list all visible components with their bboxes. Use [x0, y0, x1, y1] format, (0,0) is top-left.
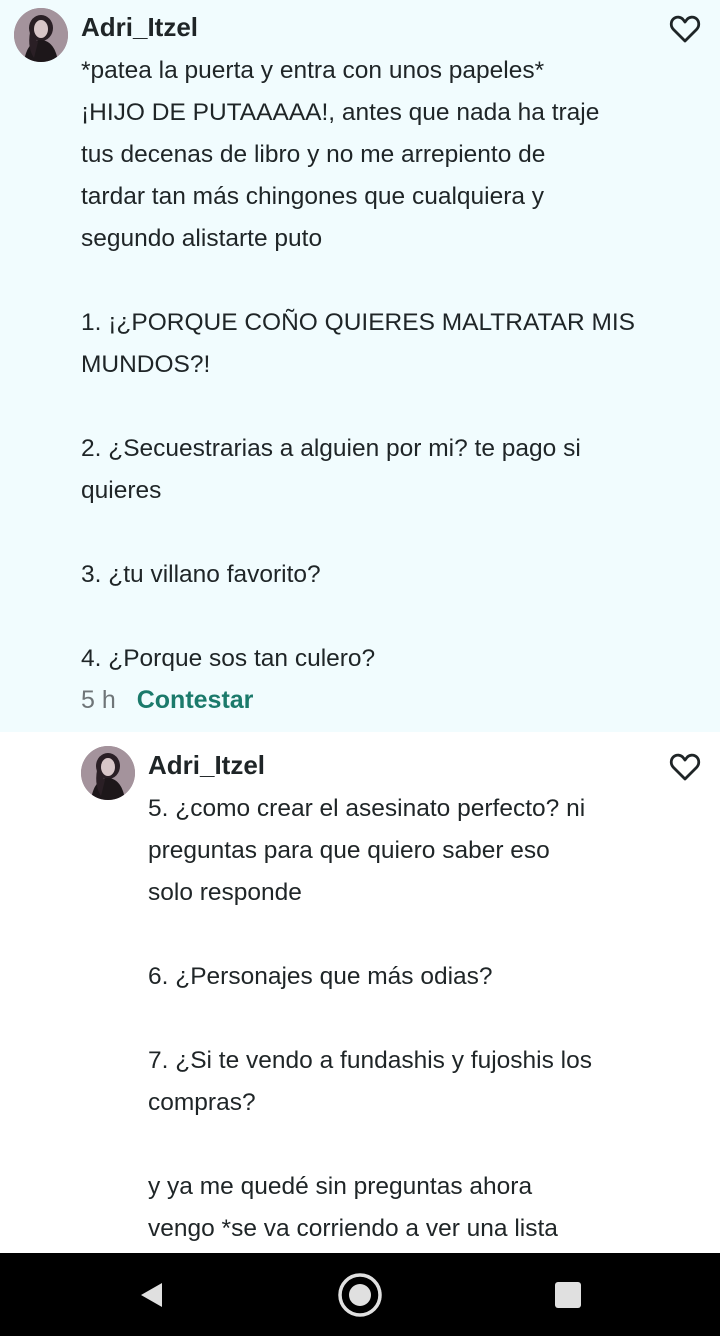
- avatar[interactable]: [14, 8, 68, 62]
- reply-comment-item: Adri_Itzel 5. ¿como crear el asesinato p…: [0, 732, 720, 1253]
- comment-line: *patea la puerta y entra con unos papele…: [81, 57, 545, 84]
- comment-text: *patea la puerta y entra con unos papele…: [81, 50, 641, 680]
- comment-line: 6. ¿Personajes que más odias?: [148, 963, 493, 990]
- comment-line: 3. ¿tu villano favorito?: [81, 561, 321, 588]
- avatar[interactable]: [81, 746, 135, 800]
- comment-line: tus decenas de libro y no me arrepiento …: [81, 141, 546, 168]
- comment-line: 2. ¿Secuestrarias a alguien por mi? te p…: [81, 435, 581, 462]
- comment-username[interactable]: Adri_Itzel: [81, 10, 198, 44]
- comment-line: ¡HIJO DE PUTAAAAA!, antes que nada ha tr…: [81, 99, 600, 126]
- system-navigation-bar: [0, 1253, 720, 1336]
- reply-button[interactable]: Contestar: [137, 686, 254, 714]
- comment-meta: 5 h Contestar: [81, 682, 253, 718]
- home-circle-icon[interactable]: [338, 1273, 382, 1317]
- comment-line: 5. ¿como crear el asesinato perfecto? ni: [148, 795, 586, 822]
- comment-line: 7. ¿Si te vendo a fundashis y fujoshis l…: [148, 1047, 592, 1074]
- comment-line: segundo alistarte puto: [81, 225, 323, 252]
- comment-line: 1. ¡¿PORQUE COÑO QUIERES MALTRATAR MIS: [81, 309, 636, 336]
- comment-text: 5. ¿como crear el asesinato perfecto? ni…: [148, 788, 648, 1250]
- back-triangle-icon[interactable]: [130, 1273, 174, 1317]
- comment-line: preguntas para que quiero saber eso: [148, 837, 550, 864]
- comment-line: MUNDOS?!: [81, 351, 211, 378]
- comment-line: quieres: [81, 477, 162, 504]
- recents-square-icon[interactable]: [546, 1273, 590, 1317]
- comment-username[interactable]: Adri_Itzel: [148, 748, 265, 782]
- comment-line: solo responde: [148, 879, 302, 906]
- comment-timestamp: 5 h: [81, 686, 116, 714]
- comment-line: tardar tan más chingones que cualquiera …: [81, 183, 545, 210]
- comment-line: 4. ¿Porque sos tan culero?: [81, 645, 376, 672]
- comment-line: vengo *se va corriendo a ver una lista: [148, 1215, 558, 1242]
- comment-item: Adri_Itzel *patea la puerta y entra con …: [0, 0, 720, 732]
- comments-screen: Adri_Itzel *patea la puerta y entra con …: [0, 0, 720, 1336]
- heart-outline-icon[interactable]: [669, 14, 701, 44]
- comment-line: y ya me quedé sin preguntas ahora: [148, 1173, 533, 1200]
- heart-outline-icon[interactable]: [669, 752, 701, 782]
- comment-line: compras?: [148, 1089, 256, 1116]
